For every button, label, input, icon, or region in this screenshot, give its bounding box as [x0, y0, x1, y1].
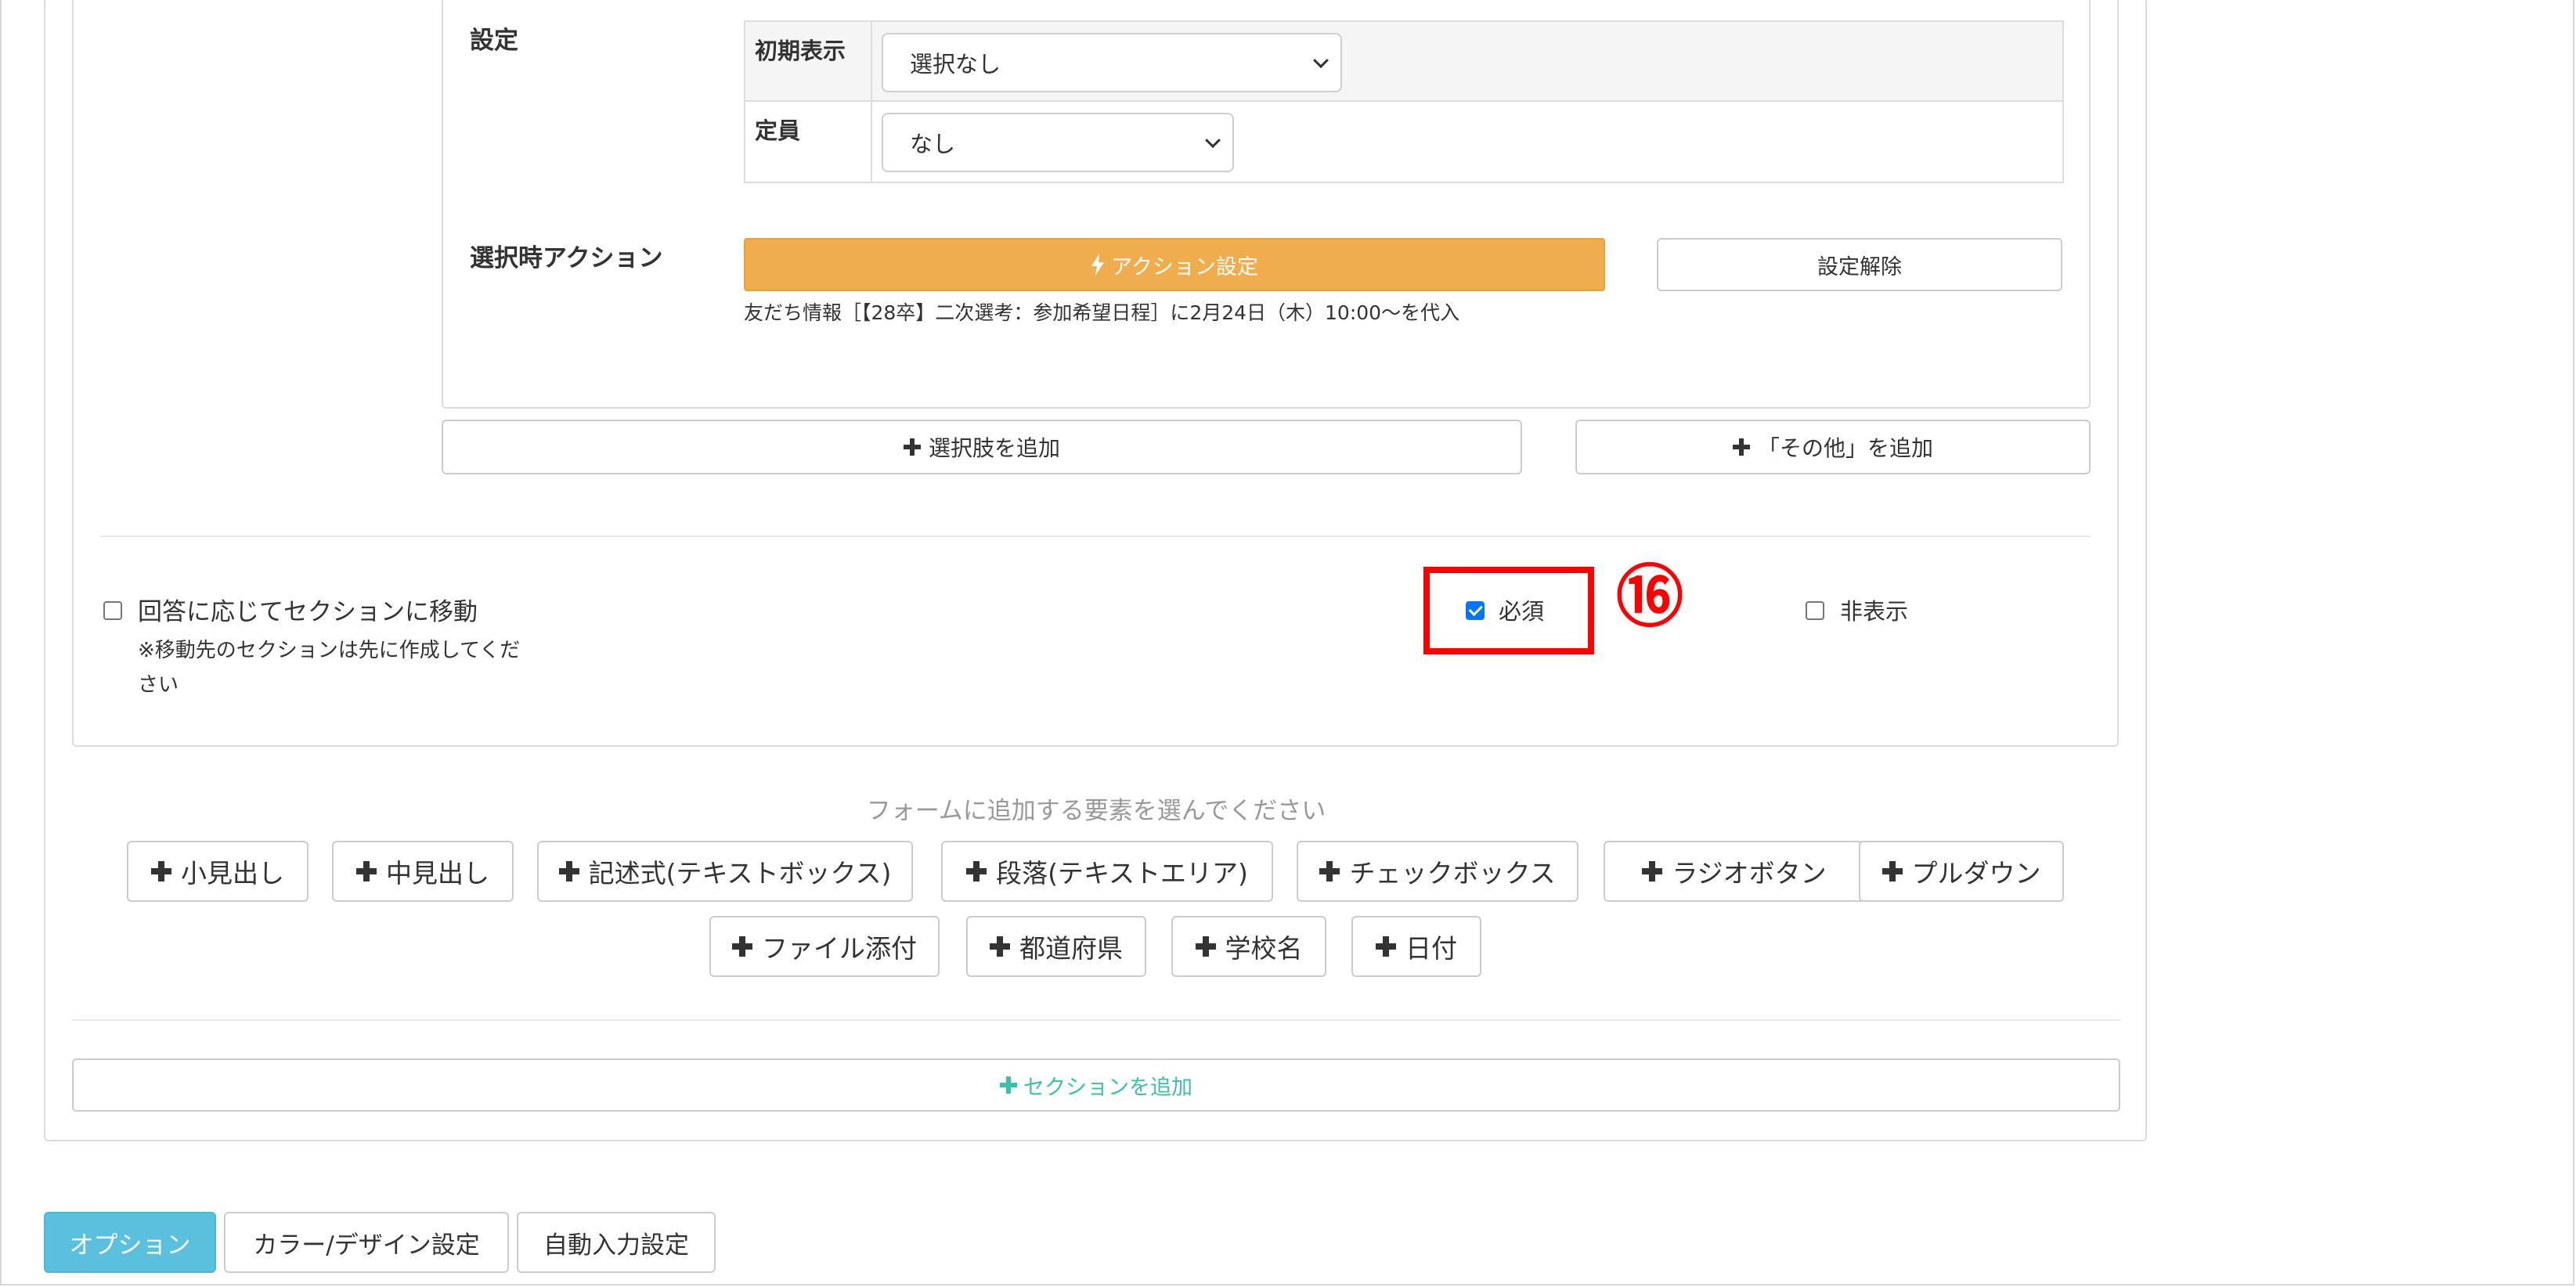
plus-icon [558, 861, 579, 881]
plus-icon [1732, 438, 1750, 456]
plus-icon [903, 438, 921, 456]
tab-options[interactable]: オプション [44, 1212, 216, 1273]
add-other-label: 「その他」を追加 [1757, 435, 1933, 461]
add-medium-heading-button[interactable]: 中見出し [332, 841, 514, 902]
capacity-label: 定員 [755, 117, 801, 144]
checkbox-element-label: チェックボックス [1349, 858, 1556, 889]
plus-icon [1000, 1076, 1017, 1094]
add-other-button[interactable]: 「その他」を追加 [1575, 420, 2091, 474]
add-choice-button[interactable]: 選択肢を追加 [442, 420, 1522, 474]
add-checkbox-button[interactable]: チェックボックス [1297, 841, 1578, 902]
add-radio-button[interactable]: ラジオボタン [1604, 841, 1865, 902]
plus-icon [990, 936, 1010, 957]
initial-display-select[interactable]: 選択なし [882, 33, 1342, 92]
action-note: 友だち情報［【28卒】二次選考：参加希望日程］に2月24日（木）10:00〜を代… [744, 301, 1460, 324]
radio-label: ラジオボタン [1672, 858, 1827, 889]
move-section-checkbox[interactable] [103, 601, 122, 620]
clear-settings-label: 設定解除 [1817, 254, 1902, 279]
add-prefecture-button[interactable]: 都道府県 [966, 916, 1146, 977]
file-label: ファイル添付 [762, 933, 917, 964]
settings-label: 設定 [470, 27, 518, 55]
capacity-value: なし [910, 131, 956, 157]
chevron-down-icon [1313, 52, 1329, 69]
plus-icon [1376, 936, 1396, 957]
add-section-label: セクションを追加 [1023, 1075, 1192, 1100]
settings-divider [871, 20, 872, 183]
add-textarea-button[interactable]: 段落(テキストエリア) [941, 841, 1273, 902]
tab-color-design[interactable]: カラー/デザイン設定 [224, 1212, 509, 1273]
school-label: 学校名 [1225, 933, 1303, 964]
chevron-down-icon [1205, 132, 1221, 149]
capacity-select[interactable]: なし [882, 113, 1234, 172]
medium-heading-label: 中見出し [386, 858, 489, 889]
divider [100, 535, 2091, 537]
textbox-label: 記述式(テキストボックス) [588, 858, 892, 889]
add-pulldown-button[interactable]: プルダウン [1859, 841, 2064, 902]
move-section-note: ※移動先のセクションは先に作成してくだ [138, 639, 521, 662]
initial-display-value: 選択なし [910, 51, 1001, 78]
action-settings-button[interactable]: アクション設定 [744, 238, 1605, 291]
small-heading-label: 小見出し [181, 858, 284, 889]
date-label: 日付 [1405, 933, 1457, 964]
bolt-icon [1091, 254, 1105, 276]
add-school-button[interactable]: 学校名 [1171, 916, 1326, 977]
clear-settings-button[interactable]: 設定解除 [1657, 238, 2062, 291]
initial-display-label: 初期表示 [755, 38, 846, 64]
plus-icon [732, 936, 752, 957]
add-textbox-button[interactable]: 記述式(テキストボックス) [537, 841, 913, 902]
tab-auto-input[interactable]: 自動入力設定 [517, 1212, 716, 1273]
move-section-note-cont: さい [138, 673, 179, 697]
divider [72, 1019, 2120, 1021]
action-settings-label: アクション設定 [1111, 254, 1258, 279]
textarea-label: 段落(テキストエリア) [996, 858, 1248, 889]
plus-icon [1642, 861, 1663, 881]
plus-icon [1195, 936, 1216, 957]
plus-icon [356, 861, 377, 881]
plus-icon [966, 861, 987, 881]
pulldown-label: プルダウン [1911, 858, 2041, 889]
plus-icon [151, 861, 171, 881]
add-small-heading-button[interactable]: 小見出し [127, 841, 308, 902]
add-choice-label: 選択肢を追加 [928, 435, 1060, 461]
move-section-label: 回答に応じてセクションに移動 [138, 598, 478, 626]
add-date-button[interactable]: 日付 [1351, 916, 1481, 977]
add-section-button[interactable]: セクションを追加 [72, 1058, 2120, 1112]
hidden-checkbox[interactable] [1806, 601, 1824, 620]
add-file-button[interactable]: ファイル添付 [709, 916, 940, 977]
prefecture-label: 都道府県 [1019, 933, 1123, 964]
hidden-label: 非表示 [1840, 598, 1909, 625]
annotation-number: ⑯ [1616, 557, 1683, 636]
plus-icon [1881, 861, 1903, 881]
add-element-hint: フォームに追加する要素を選んでください [866, 797, 1326, 825]
highlight-box [1423, 567, 1594, 654]
plus-icon [1319, 861, 1340, 881]
select-action-label: 選択時アクション [470, 244, 663, 272]
